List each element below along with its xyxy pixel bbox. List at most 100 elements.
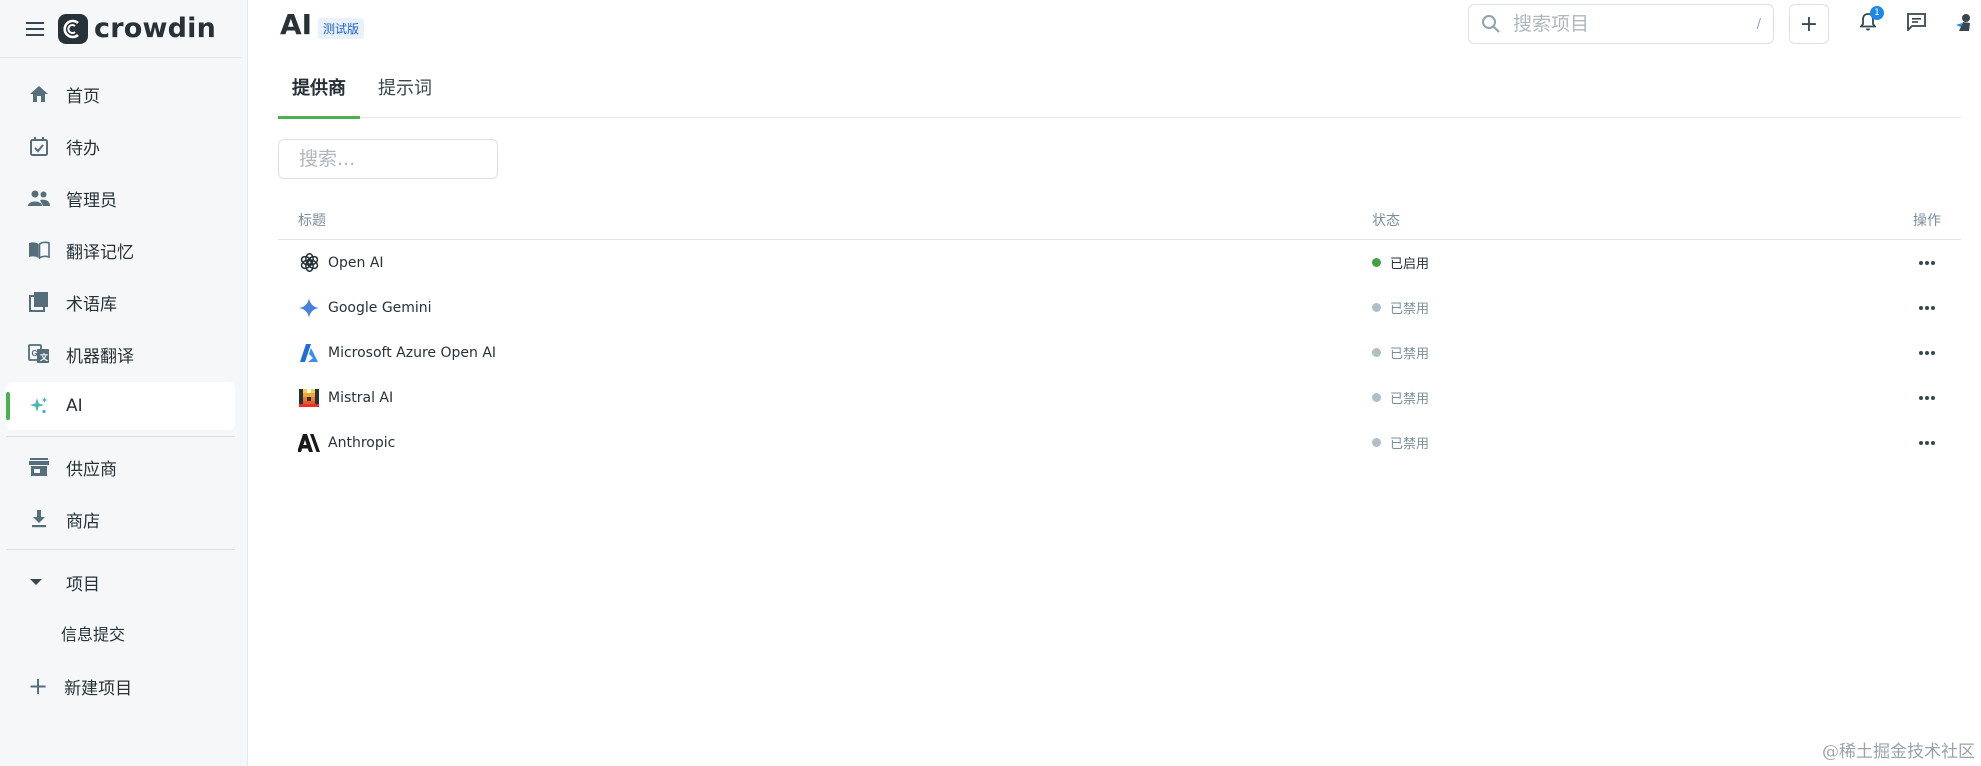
sidebar: crowdin 首页 待办 管理员 翻译记忆 术语库 G 文 机器翻译 AI 供… <box>0 0 248 766</box>
provider-title-cell: Anthropic <box>298 420 395 465</box>
sidebar-item-label: 机器翻译 <box>66 346 134 367</box>
provider-status-cell: 已禁用 <box>1372 285 1429 330</box>
home-icon <box>28 83 50 105</box>
table-row[interactable]: Open AI 已启用 <box>278 240 1961 285</box>
column-header-actions: 操作 <box>1913 213 1941 229</box>
status-dot-disabled <box>1372 348 1381 357</box>
row-actions-button[interactable] <box>1913 375 1941 420</box>
providers-table: 标题 状态 操作 Open AI 已启用 Google Gemini 已禁用 M… <box>278 204 1961 465</box>
gemini-icon <box>298 297 320 319</box>
table-row[interactable]: Mistral AI 已禁用 <box>278 375 1961 420</box>
brand-name[interactable]: crowdin <box>94 13 216 44</box>
status-dot-disabled <box>1372 393 1381 402</box>
caret-down-icon <box>30 579 42 585</box>
sidebar-item-label: 翻译记忆 <box>66 242 134 263</box>
more-horizontal-icon <box>1918 305 1936 310</box>
download-icon <box>28 508 50 530</box>
brand-bar: crowdin <box>0 0 241 58</box>
calendar-check-icon <box>28 135 50 157</box>
provider-title-cell: Mistral AI <box>298 375 393 420</box>
row-actions-button[interactable] <box>1913 285 1941 330</box>
sidebar-item-label: 商店 <box>66 511 100 532</box>
sidebar-item-home[interactable]: 首页 <box>6 70 235 118</box>
user-avatar[interactable] <box>1952 12 1976 36</box>
beta-badge: 测试版 <box>318 18 365 39</box>
row-actions-button[interactable] <box>1913 420 1941 465</box>
add-button[interactable]: + <box>1789 4 1829 44</box>
translate-icon: G文 <box>28 343 50 365</box>
table-row[interactable]: Google Gemini 已禁用 <box>278 285 1961 330</box>
sidebar-item-vendors[interactable]: 供应商 <box>6 443 235 491</box>
sidebar-divider <box>6 549 235 550</box>
column-header-title: 标题 <box>298 213 326 229</box>
notification-count-badge: 1 <box>1870 6 1884 20</box>
sidebar-divider <box>6 436 235 437</box>
crowdin-logo-icon[interactable] <box>58 13 88 44</box>
status-badge: 已禁用 <box>1390 437 1430 452</box>
row-actions-button[interactable] <box>1913 240 1941 285</box>
top-header: AI 测试版 / + 1 <box>248 0 1981 52</box>
provider-name[interactable]: Mistral AI <box>328 390 393 406</box>
more-horizontal-icon <box>1918 395 1936 400</box>
table-header: 标题 状态 操作 <box>278 204 1961 240</box>
status-dot-disabled <box>1372 438 1381 447</box>
new-project-button[interactable]: + 新建项目 <box>0 658 247 714</box>
sidebar-item-ai[interactable]: AI <box>6 382 235 430</box>
search-icon <box>1481 14 1501 34</box>
new-project-label: 新建项目 <box>64 678 133 699</box>
sidebar-item-todo[interactable]: 待办 <box>6 122 235 170</box>
table-row[interactable]: Anthropic 已禁用 <box>278 420 1961 465</box>
more-horizontal-icon <box>1918 350 1936 355</box>
provider-title-cell: Open AI <box>298 240 384 285</box>
provider-name[interactable]: Open AI <box>328 255 384 271</box>
plus-icon: + <box>28 672 49 700</box>
sidebar-item-label: 术语库 <box>66 294 117 315</box>
search-shortcut-hint: / <box>1756 17 1761 32</box>
table-row[interactable]: Microsoft Azure Open AI 已禁用 <box>278 330 1961 375</box>
more-horizontal-icon <box>1918 260 1936 265</box>
status-badge: 已禁用 <box>1390 302 1430 317</box>
row-actions-button[interactable] <box>1913 330 1941 375</box>
library-icon <box>28 291 50 313</box>
messages-button[interactable] <box>1904 12 1928 36</box>
sidebar-item-label: 供应商 <box>66 459 117 480</box>
sidebar-nav-secondary: 供应商 商店 <box>0 443 247 543</box>
openai-icon <box>298 252 320 274</box>
sidebar-item-machine-translation[interactable]: G文 机器翻译 <box>6 330 235 378</box>
provider-title-cell: Google Gemini <box>298 285 432 330</box>
provider-status-cell: 已禁用 <box>1372 375 1429 420</box>
store-icon <box>28 456 50 478</box>
status-badge: 已禁用 <box>1390 347 1430 362</box>
hamburger-menu-icon[interactable] <box>26 21 44 36</box>
project-search-input[interactable] <box>1513 13 1733 35</box>
provider-name[interactable]: Google Gemini <box>328 300 432 316</box>
azure-icon <box>298 342 320 364</box>
svg-text:G: G <box>32 349 38 358</box>
mistral-icon <box>298 387 320 409</box>
sidebar-item-store[interactable]: 商店 <box>6 495 235 543</box>
svg-text:文: 文 <box>40 352 49 362</box>
sidebar-item-label: 首页 <box>66 86 100 107</box>
page-title: AI <box>280 8 313 41</box>
projects-label: 项目 <box>66 574 100 595</box>
provider-search-input[interactable] <box>278 139 498 179</box>
provider-status-cell: 已禁用 <box>1372 420 1429 465</box>
project-item[interactable]: 信息提交 <box>0 608 247 658</box>
provider-name[interactable]: Microsoft Azure Open AI <box>328 345 496 361</box>
project-search[interactable]: / <box>1468 4 1774 44</box>
sidebar-item-glossary[interactable]: 术语库 <box>6 278 235 326</box>
status-badge: 已启用 <box>1390 257 1430 272</box>
tab-providers[interactable]: 提供商 <box>278 56 360 119</box>
sidebar-nav: 首页 待办 管理员 翻译记忆 术语库 G 文 机器翻译 AI <box>0 58 247 430</box>
sidebar-item-managers[interactable]: 管理员 <box>6 174 235 222</box>
provider-title-cell: Microsoft Azure Open AI <box>298 330 496 375</box>
notifications-button[interactable]: 1 <box>1856 6 1884 36</box>
people-icon <box>28 187 50 209</box>
projects-toggle[interactable]: 项目 <box>0 556 247 608</box>
tab-prompts[interactable]: 提示词 <box>370 56 440 118</box>
tab-bar: 提供商 提示词 <box>278 56 1961 119</box>
avatar-icon <box>1953 11 1975 37</box>
provider-name[interactable]: Anthropic <box>328 435 395 451</box>
status-dot-enabled <box>1372 258 1381 267</box>
sidebar-item-translation-memory[interactable]: 翻译记忆 <box>6 226 235 274</box>
